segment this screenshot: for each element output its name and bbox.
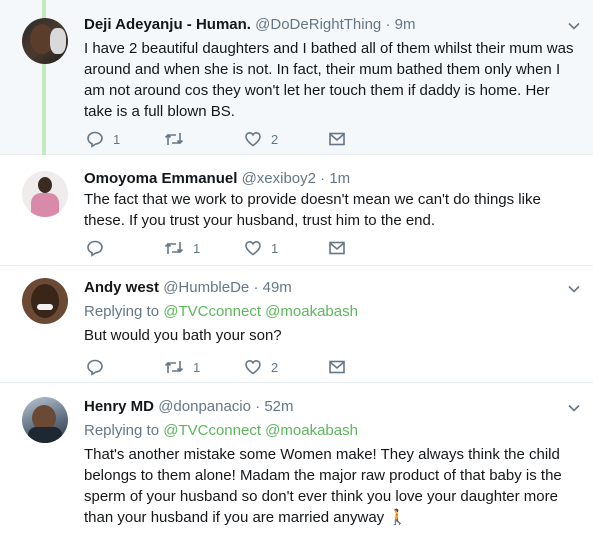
tweet-header: Omoyoma Emmanuel @xexiboy2 · 1m xyxy=(84,170,350,187)
tweet-text: I have 2 beautiful daughters and I bathe… xyxy=(84,40,574,120)
dm-button[interactable] xyxy=(328,357,346,377)
mention-link[interactable]: @TVCconnect xyxy=(163,303,261,320)
chevron-down-icon[interactable] xyxy=(567,282,581,296)
like-count: 2 xyxy=(271,131,279,147)
dm-button[interactable] xyxy=(328,129,346,149)
heart-icon xyxy=(245,240,261,256)
tweet-header: Deji Adeyanju - Human. @DoDeRightThing ·… xyxy=(84,16,415,33)
display-name[interactable]: Henry MD xyxy=(84,398,154,415)
reply-button[interactable] xyxy=(86,357,113,377)
user-handle[interactable]: @xexiboy2 xyxy=(242,170,316,187)
timestamp[interactable]: · 1m xyxy=(320,170,350,187)
tweet-text: That's another mistake some Women make! … xyxy=(84,446,562,526)
display-name[interactable]: Andy west xyxy=(84,279,159,296)
retweet-button[interactable]: 1 xyxy=(164,357,200,377)
heart-icon xyxy=(245,131,261,147)
retweet-count: 1 xyxy=(193,359,201,375)
replying-prefix: Replying to xyxy=(84,422,160,439)
tweet-actions: 1 2 xyxy=(86,129,386,149)
reply-icon xyxy=(87,359,103,376)
timestamp[interactable]: · 52m xyxy=(255,398,293,415)
chevron-down-icon[interactable] xyxy=(567,401,581,415)
retweet-icon xyxy=(164,133,184,145)
like-button[interactable]: 2 xyxy=(244,357,278,377)
retweet-button[interactable]: 1 xyxy=(164,238,200,258)
dm-button[interactable] xyxy=(328,238,346,258)
tweet-actions: 1 2 xyxy=(86,357,386,377)
display-name[interactable]: Omoyoma Emmanuel xyxy=(84,170,237,187)
replying-to: Replying to @TVCconnect @moakabash xyxy=(84,303,358,320)
retweet-icon xyxy=(164,361,184,373)
envelope-icon xyxy=(329,360,345,374)
tweet-4[interactable]: Henry MD @donpanacio · 52m Replying to @… xyxy=(0,383,593,535)
retweet-button[interactable] xyxy=(164,129,193,149)
like-count: 1 xyxy=(271,240,279,256)
user-handle[interactable]: @donpanacio xyxy=(158,398,251,415)
avatar[interactable] xyxy=(22,18,68,64)
user-handle[interactable]: @HumbleDe xyxy=(163,279,249,296)
reply-count: 1 xyxy=(113,131,121,147)
retweet-count: 1 xyxy=(193,240,201,256)
avatar[interactable] xyxy=(22,397,68,443)
mention-link[interactable]: @moakabash xyxy=(265,303,358,320)
reply-icon xyxy=(87,240,103,257)
mention-link[interactable]: @moakabash xyxy=(265,422,358,439)
timestamp[interactable]: · 9m xyxy=(385,16,415,33)
tweet-actions: 1 1 xyxy=(86,238,386,258)
avatar[interactable] xyxy=(22,278,68,324)
envelope-icon xyxy=(329,132,345,146)
reply-icon xyxy=(87,131,103,148)
display-name[interactable]: Deji Adeyanju - Human. xyxy=(84,16,251,33)
replying-to: Replying to @TVCconnect @moakabash xyxy=(84,422,358,439)
like-button[interactable]: 2 xyxy=(244,129,278,149)
reply-button[interactable] xyxy=(86,238,113,258)
tweet-text: The fact that we work to provide doesn't… xyxy=(84,191,541,229)
reply-button[interactable]: 1 xyxy=(86,129,120,149)
avatar[interactable] xyxy=(22,171,68,217)
tweet-1[interactable]: Deji Adeyanju - Human. @DoDeRightThing ·… xyxy=(0,0,593,155)
tweet-feed: Deji Adeyanju - Human. @DoDeRightThing ·… xyxy=(0,0,593,535)
tweet-text: But would you bath your son? xyxy=(84,327,282,344)
like-button[interactable]: 1 xyxy=(244,238,278,258)
user-handle[interactable]: @DoDeRightThing xyxy=(255,16,381,33)
tweet-3[interactable]: Andy west @HumbleDe · 49m Replying to @T… xyxy=(0,266,593,383)
mention-link[interactable]: @TVCconnect xyxy=(163,422,261,439)
retweet-icon xyxy=(164,242,184,254)
chevron-down-icon[interactable] xyxy=(567,19,581,33)
tweet-header: Andy west @HumbleDe · 49m xyxy=(84,279,292,296)
envelope-icon xyxy=(329,241,345,255)
replying-prefix: Replying to xyxy=(84,303,160,320)
heart-icon xyxy=(245,359,261,375)
timestamp[interactable]: · 49m xyxy=(253,279,291,296)
tweet-2[interactable]: Omoyoma Emmanuel @xexiboy2 · 1m The fact… xyxy=(0,155,593,266)
tweet-header: Henry MD @donpanacio · 52m xyxy=(84,398,294,415)
like-count: 2 xyxy=(271,359,279,375)
